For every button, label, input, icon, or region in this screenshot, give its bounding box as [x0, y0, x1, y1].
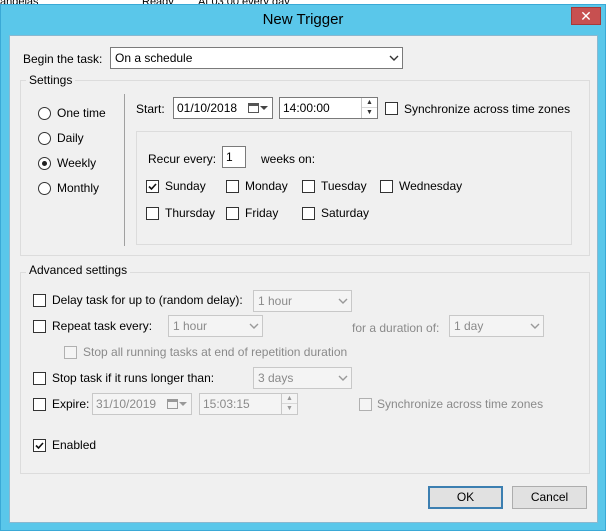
ok-button[interactable]: OK — [428, 486, 503, 509]
weeks-on-label: weeks on: — [261, 152, 316, 166]
settings-divider — [124, 94, 125, 246]
chevron-down-icon — [179, 402, 187, 406]
begin-task-label: Begin the task: — [23, 52, 103, 66]
recur-every-value: 1 — [226, 150, 233, 164]
dialog-title: New Trigger — [262, 11, 344, 28]
sunday-checkbox[interactable] — [146, 180, 159, 193]
background-strip — [606, 0, 612, 531]
radio-weekly-label: Weekly — [57, 156, 97, 170]
chevron-down-icon — [389, 55, 399, 61]
new-trigger-dialog: New Trigger ✕ Begin the task: On a sched… — [0, 4, 606, 531]
begin-task-value: On a schedule — [115, 51, 193, 65]
chevron-down-icon — [338, 298, 348, 304]
stop-longer-dropdown[interactable]: 3 days — [253, 367, 352, 389]
expire-sync-label: Synchronize across time zones — [377, 397, 544, 411]
spin-down-icon[interactable]: ▼ — [282, 404, 297, 413]
expire-time-spinner[interactable]: ▲ ▼ — [281, 394, 297, 414]
recur-every-input[interactable]: 1 — [222, 146, 246, 168]
delay-task-checkbox[interactable] — [33, 294, 46, 307]
expire-date-value: 31/10/2019 — [96, 397, 157, 411]
radio-daily-label: Daily — [57, 131, 84, 145]
wednesday-checkbox[interactable] — [380, 180, 393, 193]
thursday-label: Thursday — [165, 206, 216, 220]
sunday-label: Sunday — [165, 179, 206, 193]
expire-label: Expire: — [52, 397, 90, 411]
tuesday-checkbox[interactable] — [302, 180, 315, 193]
friday-label: Friday — [245, 206, 279, 220]
expire-date-picker[interactable]: 31/10/2019 — [92, 393, 192, 415]
delay-value: 1 hour — [258, 294, 293, 308]
chevron-down-icon — [260, 106, 268, 110]
radio-monthly-label: Monthly — [57, 181, 100, 195]
spin-up-icon[interactable]: ▲ — [362, 98, 377, 108]
duration-label: for a duration of: — [352, 321, 440, 335]
wednesday-label: Wednesday — [399, 179, 463, 193]
chevron-down-icon — [249, 323, 259, 329]
radio-monthly[interactable] — [38, 182, 51, 195]
stop-longer-label: Stop task if it runs longer than: — [52, 371, 215, 385]
radio-weekly[interactable] — [38, 157, 51, 170]
start-time-field[interactable]: 14:00:00 ▲ ▼ — [279, 97, 378, 119]
duration-dropdown[interactable]: 1 day — [449, 315, 544, 337]
sync-time-zones-checkbox[interactable] — [385, 102, 398, 115]
advanced-settings-title: Advanced settings — [26, 263, 131, 277]
start-date-value: 01/10/2018 — [177, 101, 238, 115]
expire-checkbox[interactable] — [33, 398, 46, 411]
stop-longer-checkbox[interactable] — [33, 372, 46, 385]
stop-longer-value: 3 days — [258, 371, 294, 385]
chevron-down-icon — [530, 323, 540, 329]
checkmark-icon — [148, 183, 157, 191]
repeat-task-label: Repeat task every: — [52, 319, 153, 333]
stop-running-label: Stop all running tasks at end of repetit… — [83, 345, 348, 359]
calendar-icon — [167, 399, 178, 409]
saturday-checkbox[interactable] — [302, 207, 315, 220]
repeat-interval-dropdown[interactable]: 1 hour — [168, 315, 263, 337]
expire-time-value: 15:03:15 — [203, 397, 250, 411]
friday-checkbox[interactable] — [226, 207, 239, 220]
close-button[interactable]: ✕ — [571, 7, 601, 25]
thursday-checkbox[interactable] — [146, 207, 159, 220]
expire-time-field[interactable]: 15:03:15 ▲ ▼ — [199, 393, 298, 415]
start-time-spinner[interactable]: ▲ ▼ — [361, 98, 377, 118]
saturday-label: Saturday — [321, 206, 370, 220]
checkmark-icon — [35, 442, 44, 450]
delay-dropdown[interactable]: 1 hour — [253, 290, 352, 312]
repeat-task-checkbox[interactable] — [33, 320, 46, 333]
spin-down-icon[interactable]: ▼ — [362, 108, 377, 117]
delay-task-label: Delay task for up to (random delay): — [52, 293, 243, 307]
settings-group-title: Settings — [26, 73, 76, 87]
calendar-icon — [248, 103, 259, 113]
start-date-picker[interactable]: 01/10/2018 — [173, 97, 273, 119]
sync-time-zones-label: Synchronize across time zones — [404, 102, 571, 116]
radio-daily[interactable] — [38, 132, 51, 145]
radio-one-time[interactable] — [38, 107, 51, 120]
enabled-label: Enabled — [52, 438, 97, 452]
begin-task-dropdown[interactable]: On a schedule — [110, 47, 403, 69]
chevron-down-icon — [338, 375, 348, 381]
radio-one-time-label: One time — [57, 106, 106, 120]
repeat-interval-value: 1 hour — [173, 319, 208, 333]
monday-label: Monday — [245, 179, 288, 193]
start-label: Start: — [136, 102, 165, 116]
start-time-value: 14:00:00 — [283, 101, 330, 115]
dialog-client-area: Begin the task: On a schedule Settings O… — [9, 35, 598, 523]
expire-sync-checkbox[interactable] — [359, 398, 372, 411]
tuesday-label: Tuesday — [321, 179, 367, 193]
duration-value: 1 day — [454, 319, 484, 333]
stop-running-checkbox[interactable] — [64, 346, 77, 359]
recur-every-label: Recur every: — [148, 152, 217, 166]
cancel-button[interactable]: Cancel — [512, 486, 587, 509]
enabled-checkbox[interactable] — [33, 439, 46, 452]
monday-checkbox[interactable] — [226, 180, 239, 193]
spin-up-icon[interactable]: ▲ — [282, 394, 297, 404]
